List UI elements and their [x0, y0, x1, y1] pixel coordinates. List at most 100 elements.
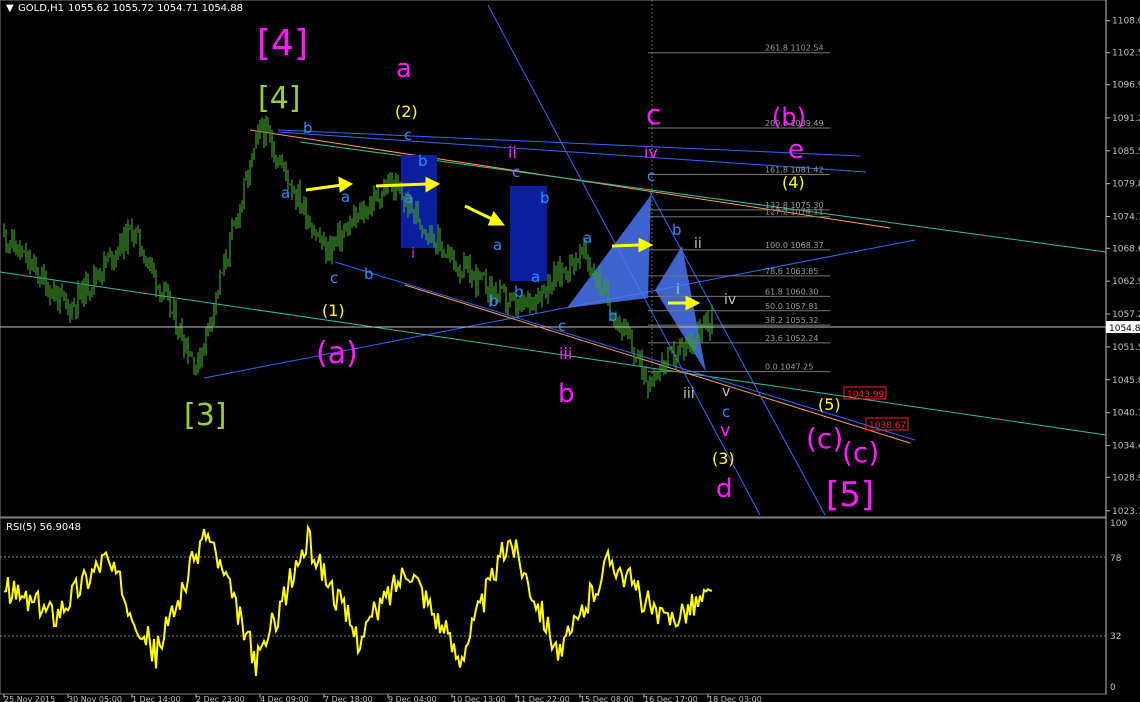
wave-label: ii: [694, 236, 702, 252]
arrow-icon: [487, 211, 506, 226]
price-tick-label: 1034.44: [1112, 442, 1140, 452]
price-tick-label: 1074.14: [1112, 213, 1140, 223]
price-tick-label: 1091.24: [1112, 114, 1140, 124]
wave-label: a: [583, 229, 592, 247]
wave-label: [4]: [257, 23, 308, 64]
wave-label: e: [788, 135, 804, 165]
wave-label: c: [330, 269, 338, 287]
time-tick-label: 11 Dec 22:00: [516, 695, 570, 702]
rsi-label: RSI(5) 56.9048: [6, 522, 81, 533]
fib-label: 61.8 1060.30: [765, 287, 818, 296]
wave-label: b: [672, 221, 682, 239]
price-tick-label: 1028.94: [1112, 473, 1140, 483]
green-labels: [4] [3]: [184, 81, 301, 433]
wave-label: a: [341, 188, 350, 206]
trendline: [0, 271, 1107, 436]
price-chart-svg[interactable]: ▼ GOLD,H1 1055.62 1055.72 1054.71 1054.8…: [0, 0, 1140, 702]
wave-label: [5]: [826, 475, 874, 515]
wave-label: d: [716, 474, 733, 504]
arrow-icon: [464, 204, 495, 222]
fib-label: 38.2 1055.32: [765, 316, 818, 325]
price-tick-label: 1102.54: [1112, 49, 1140, 59]
ohlc-label: 1055.62 1055.72 1054.71 1054.88: [68, 3, 243, 14]
wave-label: (1): [322, 301, 345, 320]
wave-label: c: [512, 163, 520, 181]
fib-label: 50.0 1057.81: [765, 302, 818, 311]
price-tick-label: 1096.99: [1112, 81, 1140, 91]
arrow-icon: [305, 183, 343, 192]
menu-triangle-icon[interactable]: ▼: [6, 3, 14, 14]
wave-label: i: [411, 246, 415, 262]
wave-label: b: [303, 119, 313, 137]
wave-label: b: [418, 152, 428, 170]
wave-label: (b): [772, 103, 806, 131]
wave-label: b: [558, 379, 575, 409]
price-tick-label: 1057.24: [1112, 310, 1140, 320]
wave-label: (c): [842, 436, 879, 469]
wave-label: b: [514, 283, 524, 301]
price-tick-label: 1079.84: [1112, 180, 1140, 190]
wave-label: c: [646, 98, 661, 131]
wave-label: b: [540, 189, 550, 207]
symbol-label: GOLD,H1: [18, 3, 64, 14]
time-tick-label: 18 Dec 03:00: [708, 695, 762, 702]
wave-label: c: [404, 126, 412, 144]
time-axis: 25 Nov 2015 30 Nov 05:00 1 Dec 14:00 2 Dec …: [3, 694, 762, 702]
wave-label: b: [364, 265, 374, 283]
wave-label: (5): [818, 395, 841, 414]
time-tick-label: 16 Dec 17:00: [644, 695, 698, 702]
trendline: [404, 284, 911, 444]
fib-label: 127.2 1074.11: [765, 208, 824, 217]
time-tick-label: 9 Dec 04:00: [388, 695, 437, 702]
wave-label: a: [396, 54, 412, 84]
wave-label: ii: [508, 143, 517, 162]
time-tick-label: 10 Dec 13:00: [452, 695, 506, 702]
price-tick-label: 1051.54: [1112, 343, 1140, 353]
wave-label: iv: [644, 143, 658, 162]
price-tick-label: 1085.54: [1112, 147, 1140, 157]
arrow-icon: [611, 243, 641, 248]
wave-label: c: [647, 167, 655, 185]
fib-label: 78.6 1063.85: [765, 267, 818, 276]
price-tick-label: 1045.84: [1112, 376, 1140, 386]
time-tick-label: 2 Dec 23:00: [196, 695, 245, 702]
wave-label: [4]: [258, 81, 301, 116]
blue-labels: b a c a c b b a b c b a a b c b c b a c: [281, 119, 730, 421]
price-tick-label: 1108.09: [1112, 17, 1140, 27]
price-tick-label: 1040.14: [1112, 409, 1140, 419]
price-marker-label: 1038.67: [869, 421, 906, 431]
wave-label: b: [489, 292, 499, 310]
wave-label: a: [493, 236, 502, 254]
price-tick-label: 1062.94: [1112, 277, 1140, 287]
wave-label: (c): [806, 422, 843, 455]
fib-label: 261.8 1102.54: [765, 44, 824, 53]
wave-label: a: [404, 189, 413, 207]
time-tick-label: 25 Nov 2015: [4, 695, 55, 702]
wave-label: v: [720, 420, 731, 441]
wave-label: v: [722, 384, 730, 400]
current-price-label: 1054.88: [1109, 324, 1140, 334]
rsi-tick: 100: [1110, 519, 1127, 529]
price-tick-label: 1023.14: [1112, 507, 1140, 517]
wave-label: (2): [395, 102, 418, 121]
wave-label: (3): [712, 449, 735, 468]
wave-label: a: [531, 268, 540, 286]
rsi-tick: 32: [1110, 632, 1121, 642]
arrow-icon: [685, 295, 701, 311]
price-axis: 1108.09 1102.54 1096.99 1091.24 1085.54 1079.…: [1106, 17, 1140, 517]
chart-window: ▼ GOLD,H1 1055.62 1055.72 1054.71 1054.8…: [0, 0, 1140, 702]
time-tick-label: 15 Dec 08:00: [580, 695, 634, 702]
rsi-tick: 0: [1110, 683, 1116, 693]
wave-label: [3]: [184, 398, 227, 433]
rsi-tick: 78: [1110, 554, 1122, 564]
time-tick-label: 1 Dec 14:00: [132, 695, 181, 702]
time-tick-label: 7 Dec 18:00: [324, 695, 373, 702]
rsi-pane: [0, 517, 1107, 695]
wave-label: i: [676, 282, 680, 298]
wave-label: c: [558, 317, 566, 335]
wave-label: c: [722, 403, 730, 421]
wave-label: iv: [724, 292, 736, 308]
yellow-labels: (2) (1) (4) (5) (3): [322, 102, 841, 468]
trendlines: [0, 0, 1107, 516]
wave-label: iii: [559, 344, 572, 363]
